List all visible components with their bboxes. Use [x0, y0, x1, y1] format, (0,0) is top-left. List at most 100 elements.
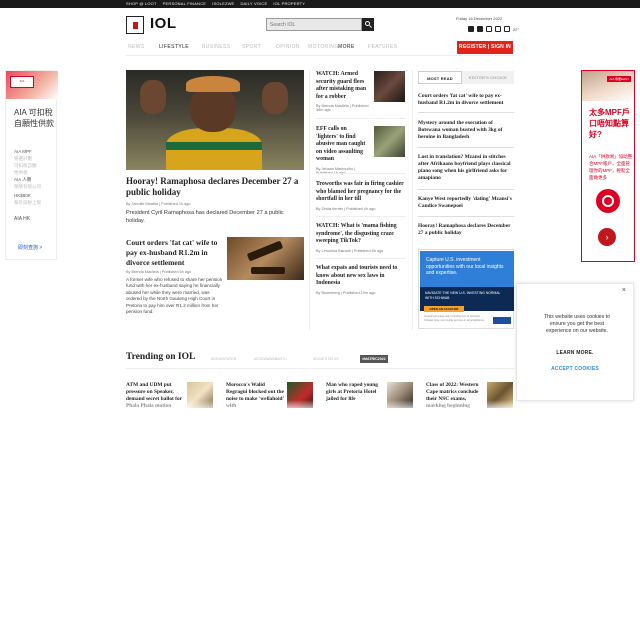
- mid-divider: [316, 216, 406, 217]
- utility-link-shop[interactable]: SHOP @ LOOT: [126, 1, 157, 6]
- aia-logo-icon: [596, 189, 620, 213]
- schwab-logo-icon: [493, 317, 511, 324]
- instagram-icon[interactable]: [486, 26, 492, 32]
- right-ad-body: AIA「供款易」協助整合MPF帳戶，全面管理你的MPF，輕鬆全面做更多: [589, 154, 633, 180]
- mid-story-byline: By Bloomberg | Published 19m ago: [316, 290, 376, 295]
- twitter-icon[interactable]: [477, 26, 483, 32]
- most-read-item[interactable]: Court orders 'fat cat' wife to pay ex-hu…: [418, 93, 514, 107]
- left-side-ad[interactable]: AIA AIA 可扣稅自願性供款 AIA MPF 特選計劃 可扣稅自願 性供款 …: [5, 70, 58, 260]
- mid-divider: [316, 173, 406, 174]
- mid-story[interactable]: EFF calls on 'lighters' to find abusive …: [316, 126, 370, 175]
- mid-story-thumbnail[interactable]: [374, 71, 405, 102]
- facebook-icon[interactable]: [468, 26, 474, 32]
- utility-link-iol-property[interactable]: IOL PROPERTY: [273, 1, 305, 6]
- social-icons: 22°: [468, 26, 519, 32]
- tab-editors-choice[interactable]: EDITOR'S CHOICE: [462, 71, 514, 84]
- mid-divider: [316, 258, 406, 259]
- nav-item-sport[interactable]: SPORT: [242, 44, 261, 50]
- left-ad-badge: AIA: [10, 76, 34, 88]
- mid-story[interactable]: WATCH: Armed security guard flees after …: [316, 71, 370, 112]
- trending-divider: [126, 368, 514, 369]
- site-logo[interactable]: IOL: [150, 15, 177, 32]
- search-bar: [266, 18, 374, 31]
- nav-item-opinion[interactable]: OPINION: [276, 44, 300, 50]
- mid-story-title[interactable]: Troworths was fair in firing cashier who…: [316, 181, 406, 204]
- column-divider: [412, 70, 413, 330]
- court-story-image[interactable]: [227, 237, 304, 280]
- trending-tag[interactable]: #DEVASTATED: [209, 355, 238, 363]
- utility-link-daily-voice[interactable]: DAILY VOICE: [240, 1, 267, 6]
- most-read-divider: [418, 189, 514, 190]
- investment-ad-disclaimer: Investing involves risk, including loss …: [424, 315, 485, 322]
- hero-story-image[interactable]: [126, 70, 304, 170]
- weather-temp: 22°: [513, 26, 520, 32]
- nav-item-more[interactable]: MORE: [338, 44, 355, 50]
- hero-image-hand-left: [140, 80, 166, 114]
- right-ad-image: AIA 專業EASY: [582, 71, 634, 101]
- accept-cookies-button[interactable]: ACCEPT COOKIES: [517, 366, 633, 372]
- most-read-divider: [418, 147, 514, 148]
- investment-ad-banner: Capture U.S. investment opportunities wi…: [420, 251, 514, 287]
- mid-story-byline: By Brenda Masilela | Published 38m ago: [316, 104, 369, 112]
- nav-item-news[interactable]: NEWS: [128, 44, 145, 50]
- cookie-message: This website uses cookies to ensure you …: [543, 314, 611, 334]
- right-ad-headline: 太多MPF戶口唔知點算好?: [589, 108, 630, 139]
- hero-image-cap: [186, 76, 240, 92]
- gavel-icon: [246, 240, 284, 262]
- main-nav: NEWS LIFESTYLE BUSINESS SPORT OPINION MO…: [126, 41, 514, 54]
- hero-story-summary: President Cyril Ramaphosa has declared D…: [126, 210, 284, 224]
- tab-most-read[interactable]: MOST READ: [418, 71, 462, 84]
- mid-story-title[interactable]: WATCH: What is 'mama fishing syndrome', …: [316, 223, 406, 246]
- hero-image-stripe: [166, 142, 262, 150]
- search-input[interactable]: [266, 18, 362, 31]
- left-ad-line: 保險有限公司: [14, 184, 41, 189]
- mid-story-title[interactable]: What expats and tourists need to know ab…: [316, 265, 406, 288]
- court-story-summary: A former wife who refused to share her p…: [126, 277, 223, 315]
- left-ad-line: 性供款: [14, 170, 28, 175]
- mid-story-title[interactable]: WATCH: Armed security guard flees after …: [316, 71, 370, 101]
- trending-tag-active[interactable]: #MATRIC2022: [360, 355, 388, 363]
- utility-link-isolezwe[interactable]: ISOLEZWE: [212, 1, 234, 6]
- investment-ad[interactable]: Capture U.S. investment opportunities wi…: [418, 249, 514, 329]
- column-divider: [309, 70, 310, 330]
- mid-story-byline: By Zelda Venter | Published 4h ago: [316, 206, 376, 211]
- most-read-item[interactable]: Hooray! Ramaphosa declares December 27 a…: [418, 223, 514, 237]
- left-ad-brand: AIA HK: [14, 216, 31, 222]
- court-story-title[interactable]: Court orders 'fat cat' wife to pay ex-hu…: [126, 238, 222, 268]
- mid-story[interactable]: Troworths was fair in firing cashier who…: [316, 181, 406, 211]
- mid-story[interactable]: What expats and tourists need to know ab…: [316, 265, 406, 295]
- learn-more-link[interactable]: LEARN MORE.: [517, 350, 633, 356]
- trending-tag[interactable]: #GOATSTATUS: [311, 355, 341, 363]
- nav-divider: [126, 55, 514, 56]
- trending-tag[interactable]: #ZODWAWABANTU: [252, 355, 289, 363]
- mid-story-thumbnail[interactable]: [374, 126, 405, 157]
- right-side-ad[interactable]: AIA 專業EASY 太多MPF戶口唔知點算好? AIA「供款易」協助整合MPF…: [581, 70, 635, 262]
- mid-story[interactable]: WATCH: What is 'mama fishing syndrome', …: [316, 223, 406, 253]
- close-icon[interactable]: ×: [622, 287, 626, 294]
- trending-heading: Trending on IOL: [126, 352, 196, 362]
- most-read-item[interactable]: Kanye West reportedly 'dating' Mzansi's …: [418, 196, 514, 210]
- right-ad-next-arrow-icon[interactable]: ›: [598, 228, 616, 246]
- hero-story-title[interactable]: Hooray! Ramaphosa declares December 27 a…: [126, 176, 304, 198]
- left-ad-line: 特選計劃: [14, 156, 32, 161]
- aia-logo-inner: [602, 195, 614, 207]
- left-ad-cta[interactable]: 即刻查詢 >: [18, 244, 42, 251]
- mid-story-title[interactable]: EFF calls on 'lighters' to find abusive …: [316, 126, 370, 164]
- left-ad-line: AIA MPF: [14, 149, 32, 154]
- nav-item-motoring[interactable]: MOTORING: [308, 44, 339, 50]
- utility-link-personal-finance[interactable]: PERSONAL FINANCE: [163, 1, 207, 6]
- nav-item-features[interactable]: FEATURES: [368, 44, 398, 50]
- cookie-consent-dialog: × This website uses cookies to ensure yo…: [516, 283, 634, 401]
- most-read-item[interactable]: Mystery around the execution of Botswana…: [418, 120, 514, 141]
- open-account-button[interactable]: OPEN AN ACCOUNT: [424, 306, 464, 312]
- left-ad-line: 可扣稅自願: [14, 163, 37, 168]
- search-button[interactable]: [362, 18, 374, 31]
- logo-mark[interactable]: [126, 16, 144, 34]
- most-read-item[interactable]: Lost in translation? Mzansi in stitches …: [418, 154, 514, 182]
- register-sign-in-button[interactable]: REGISTER | SIGN IN: [457, 41, 513, 54]
- nav-item-lifestyle[interactable]: LIFESTYLE: [159, 44, 189, 50]
- investment-ad-headline: Capture U.S. investment opportunities wi…: [426, 257, 504, 276]
- whatsapp-icon[interactable]: [495, 26, 501, 32]
- nav-item-business[interactable]: BUSINESS: [202, 44, 231, 50]
- gavel-base: [251, 267, 285, 274]
